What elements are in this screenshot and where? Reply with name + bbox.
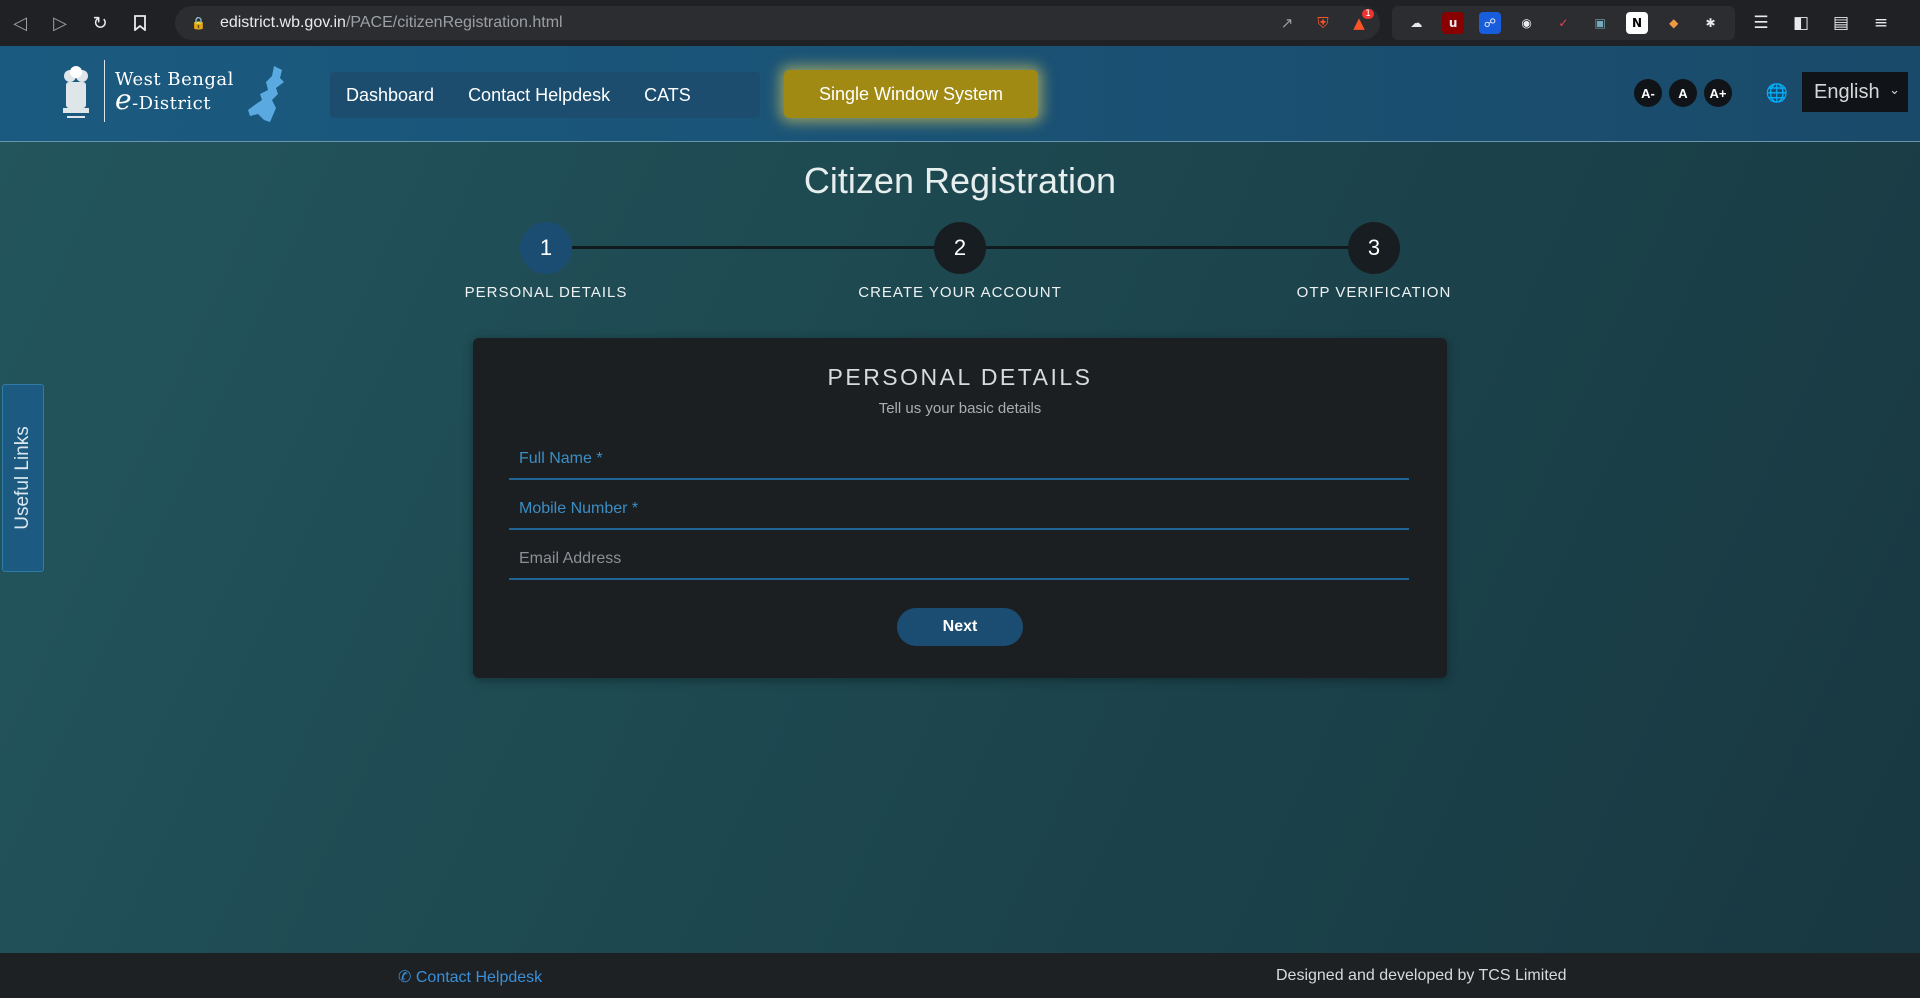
language-select[interactable]: English ⌄ xyxy=(1802,72,1908,112)
bitwarden-icon[interactable]: ☍ xyxy=(1478,12,1501,34)
ublock-icon[interactable]: u xyxy=(1442,12,1465,34)
full-name-field[interactable]: Full Name * xyxy=(509,444,1409,480)
main-nav: Dashboard Contact Helpdesk CATS xyxy=(330,72,760,118)
bookmark-icon[interactable] xyxy=(120,0,160,46)
useful-links-tab[interactable]: Useful Links xyxy=(2,384,44,572)
card-subtitle: Tell us your basic details xyxy=(878,400,1042,417)
footer-contact-text: Contact Helpdesk xyxy=(415,969,543,986)
logo-e: e xyxy=(115,83,133,116)
lock-icon: 🔒 xyxy=(191,16,206,30)
address-bar[interactable]: 🔒 edistrict.wb.gov.in /PACE/citizenRegis… xyxy=(175,6,1380,40)
logo-divider xyxy=(104,60,105,122)
url-path: /PACE/citizenRegistration.html xyxy=(345,14,563,31)
step-1-label: PERSONAL DETAILS xyxy=(464,284,628,301)
brave-rewards-icon[interactable]: ▲ 1 xyxy=(1348,9,1374,34)
logo-district: -District xyxy=(132,93,211,114)
chevron-down-icon: ⌄ xyxy=(1889,82,1900,97)
email-address-label: Email Address xyxy=(519,550,622,567)
site-logo[interactable]: West Bengal e-District xyxy=(115,70,234,114)
footer-credit: Designed and developed by TCS Limited xyxy=(1276,967,1567,984)
notion-icon[interactable]: N xyxy=(1625,12,1648,34)
rewards-badge: 1 xyxy=(1362,9,1374,19)
step-2-circle: 2 xyxy=(934,222,986,274)
useful-links-label: Useful Links xyxy=(12,426,33,530)
menu-icon[interactable]: ≡ xyxy=(1868,10,1894,36)
nav-cats[interactable]: CATS xyxy=(644,85,691,106)
main-content: Citizen Registration 1 2 3 PERSONAL DETA… xyxy=(0,142,1920,953)
phone-icon: ✆ xyxy=(398,969,412,986)
stack-extension-icon[interactable]: ◆ xyxy=(1663,12,1685,34)
site-header: West Bengal e-District Dashboard Contact… xyxy=(0,46,1920,142)
site-footer: ✆ Contact Helpdesk Designed and develope… xyxy=(0,953,1920,998)
brave-shield-icon[interactable]: ⛨ xyxy=(1312,12,1334,34)
font-decrease-button[interactable]: A- xyxy=(1634,79,1662,107)
step-1-circle: 1 xyxy=(520,222,572,274)
globe-icon: 🌐 xyxy=(1765,82,1789,104)
personal-details-card: PERSONAL DETAILS Tell us your basic deta… xyxy=(473,338,1447,678)
nav-contact-helpdesk[interactable]: Contact Helpdesk xyxy=(468,85,610,106)
footer-contact-helpdesk-link[interactable]: ✆ Contact Helpdesk xyxy=(398,967,542,987)
mobile-number-field[interactable]: Mobile Number * xyxy=(509,494,1409,530)
extensions-bar: ☁ u ☍ ◉ ✓ ▣ N ◆ ✱ xyxy=(1392,6,1735,40)
card-title: PERSONAL DETAILS xyxy=(827,364,1093,390)
full-name-label: Full Name * xyxy=(519,450,603,467)
sidebar-icon[interactable]: ◧ xyxy=(1788,10,1814,36)
forward-icon[interactable]: ▷ xyxy=(40,0,80,46)
reload-icon[interactable]: ↻ xyxy=(80,0,120,46)
west-bengal-map-icon xyxy=(248,66,284,122)
logo-line1: West Bengal xyxy=(115,69,234,90)
step-3-circle: 3 xyxy=(1348,222,1400,274)
pocket-icon[interactable]: ✓ xyxy=(1552,12,1574,34)
email-address-field[interactable]: Email Address xyxy=(509,544,1409,580)
url-domain: edistrict.wb.gov.in xyxy=(219,14,346,31)
wallet-icon[interactable]: ▤ xyxy=(1828,10,1854,36)
nav-dashboard[interactable]: Dashboard xyxy=(346,85,434,106)
puzzle-icon[interactable]: ✱ xyxy=(1700,12,1722,34)
step-3-label: OTP VERIFICATION xyxy=(1296,284,1452,301)
page-title: Citizen Registration xyxy=(803,160,1117,201)
logo-line2: e-District xyxy=(115,86,234,114)
mobile-number-label: Mobile Number * xyxy=(519,500,639,517)
step-2-label: CREATE YOUR ACCOUNT xyxy=(858,284,1062,301)
save-extension-icon[interactable]: ▣ xyxy=(1589,12,1611,34)
browser-toolbar: ◁ ▷ ↻ 🔒 edistrict.wb.gov.in /PACE/citize… xyxy=(0,0,1920,46)
emblem-icon xyxy=(63,66,89,118)
share-icon[interactable]: ↗ xyxy=(1276,12,1298,34)
font-normal-button[interactable]: A xyxy=(1669,79,1697,107)
next-button[interactable]: Next xyxy=(897,608,1023,646)
language-value: English xyxy=(1814,80,1880,103)
playlist-icon[interactable]: ☰ xyxy=(1748,10,1774,36)
cloud-extension-icon[interactable]: ☁ xyxy=(1405,12,1427,34)
back-icon[interactable]: ◁ xyxy=(0,0,40,46)
font-increase-button[interactable]: A+ xyxy=(1704,79,1732,107)
glasses-extension-icon[interactable]: ◉ xyxy=(1516,12,1538,34)
single-window-system-button[interactable]: Single Window System xyxy=(784,70,1038,118)
